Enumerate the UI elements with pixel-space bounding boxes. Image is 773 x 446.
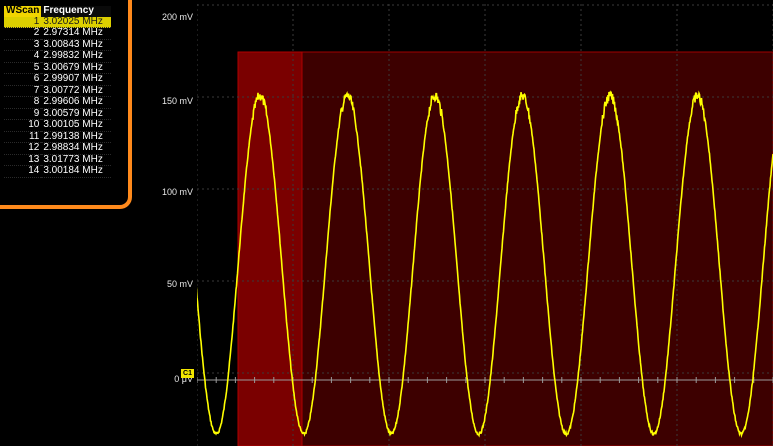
scan-results-table: WScan Frequency 1 3.02025 MHz 2 2.97314 MHz… <box>4 5 111 178</box>
frequency-cell: 3.01773 MHz <box>41 154 111 166</box>
scan-table-row[interactable]: 14 3.00184 MHz <box>4 165 111 178</box>
scan-index-cell: 3 <box>4 39 42 51</box>
frequency-cell: 2.99907 MHz <box>41 73 111 86</box>
scan-table-row[interactable]: 13 3.01773 MHz <box>4 154 111 166</box>
scan-table-row[interactable]: 7 3.00772 MHz <box>4 85 111 97</box>
scan-table-row[interactable]: 1 3.02025 MHz <box>4 16 111 28</box>
scan-table-row[interactable]: 2 2.97314 MHz <box>4 27 111 40</box>
scan-table-row[interactable]: 6 2.99907 MHz <box>4 73 111 86</box>
frequency-cell: 2.99138 MHz <box>41 131 111 143</box>
frequency-column-header[interactable]: Frequency <box>41 5 111 17</box>
frequency-cell: 2.97314 MHz <box>41 27 111 40</box>
frequency-cell: 2.99832 MHz <box>41 50 111 63</box>
y-axis-label-100mv: 100 mV <box>161 187 193 197</box>
scan-index-cell: 12 <box>4 142 42 155</box>
scan-index-cell: 13 <box>4 154 42 166</box>
waveform-display[interactable] <box>197 4 773 446</box>
scan-table-row[interactable]: 9 3.00579 MHz <box>4 108 111 120</box>
frequency-cell: 3.00579 MHz <box>41 108 111 120</box>
scan-table-row[interactable]: 5 3.00679 MHz <box>4 62 111 74</box>
frequency-cell: 3.00843 MHz <box>41 39 111 51</box>
waveform-svg <box>197 4 773 446</box>
y-axis-label-150mv: 150 mV <box>161 96 193 106</box>
frequency-cell: 3.00679 MHz <box>41 62 111 74</box>
channel-c1-marker[interactable]: C1 <box>181 369 194 378</box>
scan-index-cell: 9 <box>4 108 42 120</box>
scan-gate-region[interactable] <box>237 51 773 446</box>
frequency-cell: 3.00772 MHz <box>41 85 111 97</box>
scan-index-cell: 7 <box>4 85 42 97</box>
scan-table-row[interactable]: 11 2.99138 MHz <box>4 131 111 143</box>
scan-index-cell: 10 <box>4 119 42 132</box>
scan-table-row[interactable]: 10 3.00105 MHz <box>4 119 111 132</box>
frequency-cell: 3.02025 MHz <box>41 16 111 28</box>
wscan-column-header[interactable]: WScan <box>4 5 42 17</box>
scan-table-row[interactable]: 12 2.98834 MHz <box>4 142 111 155</box>
y-axis-label-50mv: 50 mV <box>166 279 193 289</box>
scan-index-cell: 2 <box>4 27 42 40</box>
scan-index-cell: 8 <box>4 96 42 109</box>
frequency-cell: 3.00184 MHz <box>41 165 111 178</box>
scan-table-row[interactable]: 3 3.00843 MHz <box>4 39 111 51</box>
y-axis-label-200mv: 200 mV <box>161 12 193 22</box>
scan-results-panel: WScan Frequency 1 3.02025 MHz 2 2.97314 MHz… <box>0 0 132 209</box>
scan-index-cell: 14 <box>4 165 42 178</box>
scan-index-cell: 1 <box>4 16 42 28</box>
scan-table-row[interactable]: 4 2.99832 MHz <box>4 50 111 63</box>
scan-index-cell: 6 <box>4 73 42 86</box>
frequency-cell: 2.99606 MHz <box>41 96 111 109</box>
scan-index-cell: 5 <box>4 62 42 74</box>
scan-table-row[interactable]: 8 2.99606 MHz <box>4 96 111 109</box>
frequency-cell: 2.98834 MHz <box>41 142 111 155</box>
frequency-cell: 3.00105 MHz <box>41 119 111 132</box>
table-header-row: WScan Frequency <box>4 5 111 17</box>
scan-index-cell: 11 <box>4 131 42 143</box>
scan-index-cell: 4 <box>4 50 42 63</box>
